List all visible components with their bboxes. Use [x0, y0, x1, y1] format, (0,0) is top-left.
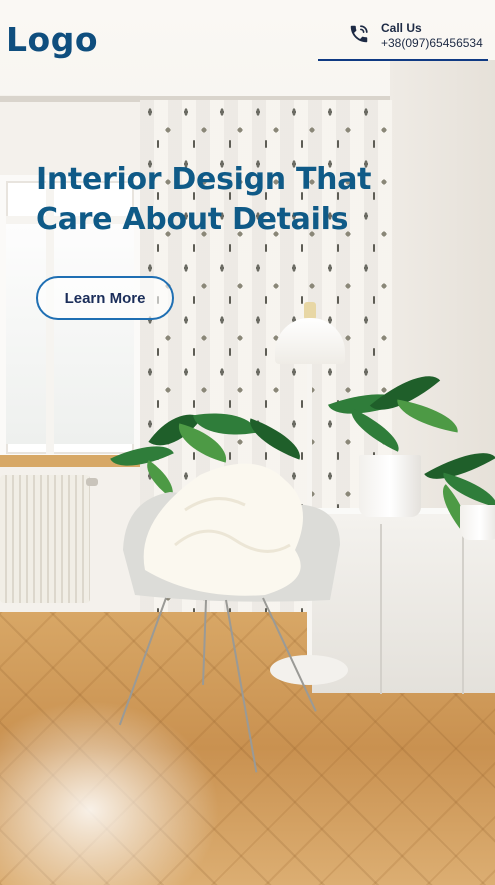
call-us-link[interactable]: Call Us +38(097)65456534	[318, 20, 488, 61]
hero-section: Logo Call Us +38(097)65456534 Interior D…	[0, 0, 495, 885]
lounge-chair	[123, 463, 340, 602]
radiator	[0, 475, 90, 603]
phone-icon	[350, 25, 368, 43]
logo[interactable]: Logo	[6, 20, 98, 59]
floor-lamp-base	[270, 655, 348, 685]
site-header: Logo Call Us +38(097)65456534	[0, 0, 495, 70]
hero-headline: Interior Design That Care About Details	[36, 162, 372, 237]
call-us-label: Call Us	[381, 21, 422, 35]
phone-number: +38(097)65456534	[381, 36, 483, 50]
learn-more-button[interactable]: Learn More	[36, 276, 174, 320]
